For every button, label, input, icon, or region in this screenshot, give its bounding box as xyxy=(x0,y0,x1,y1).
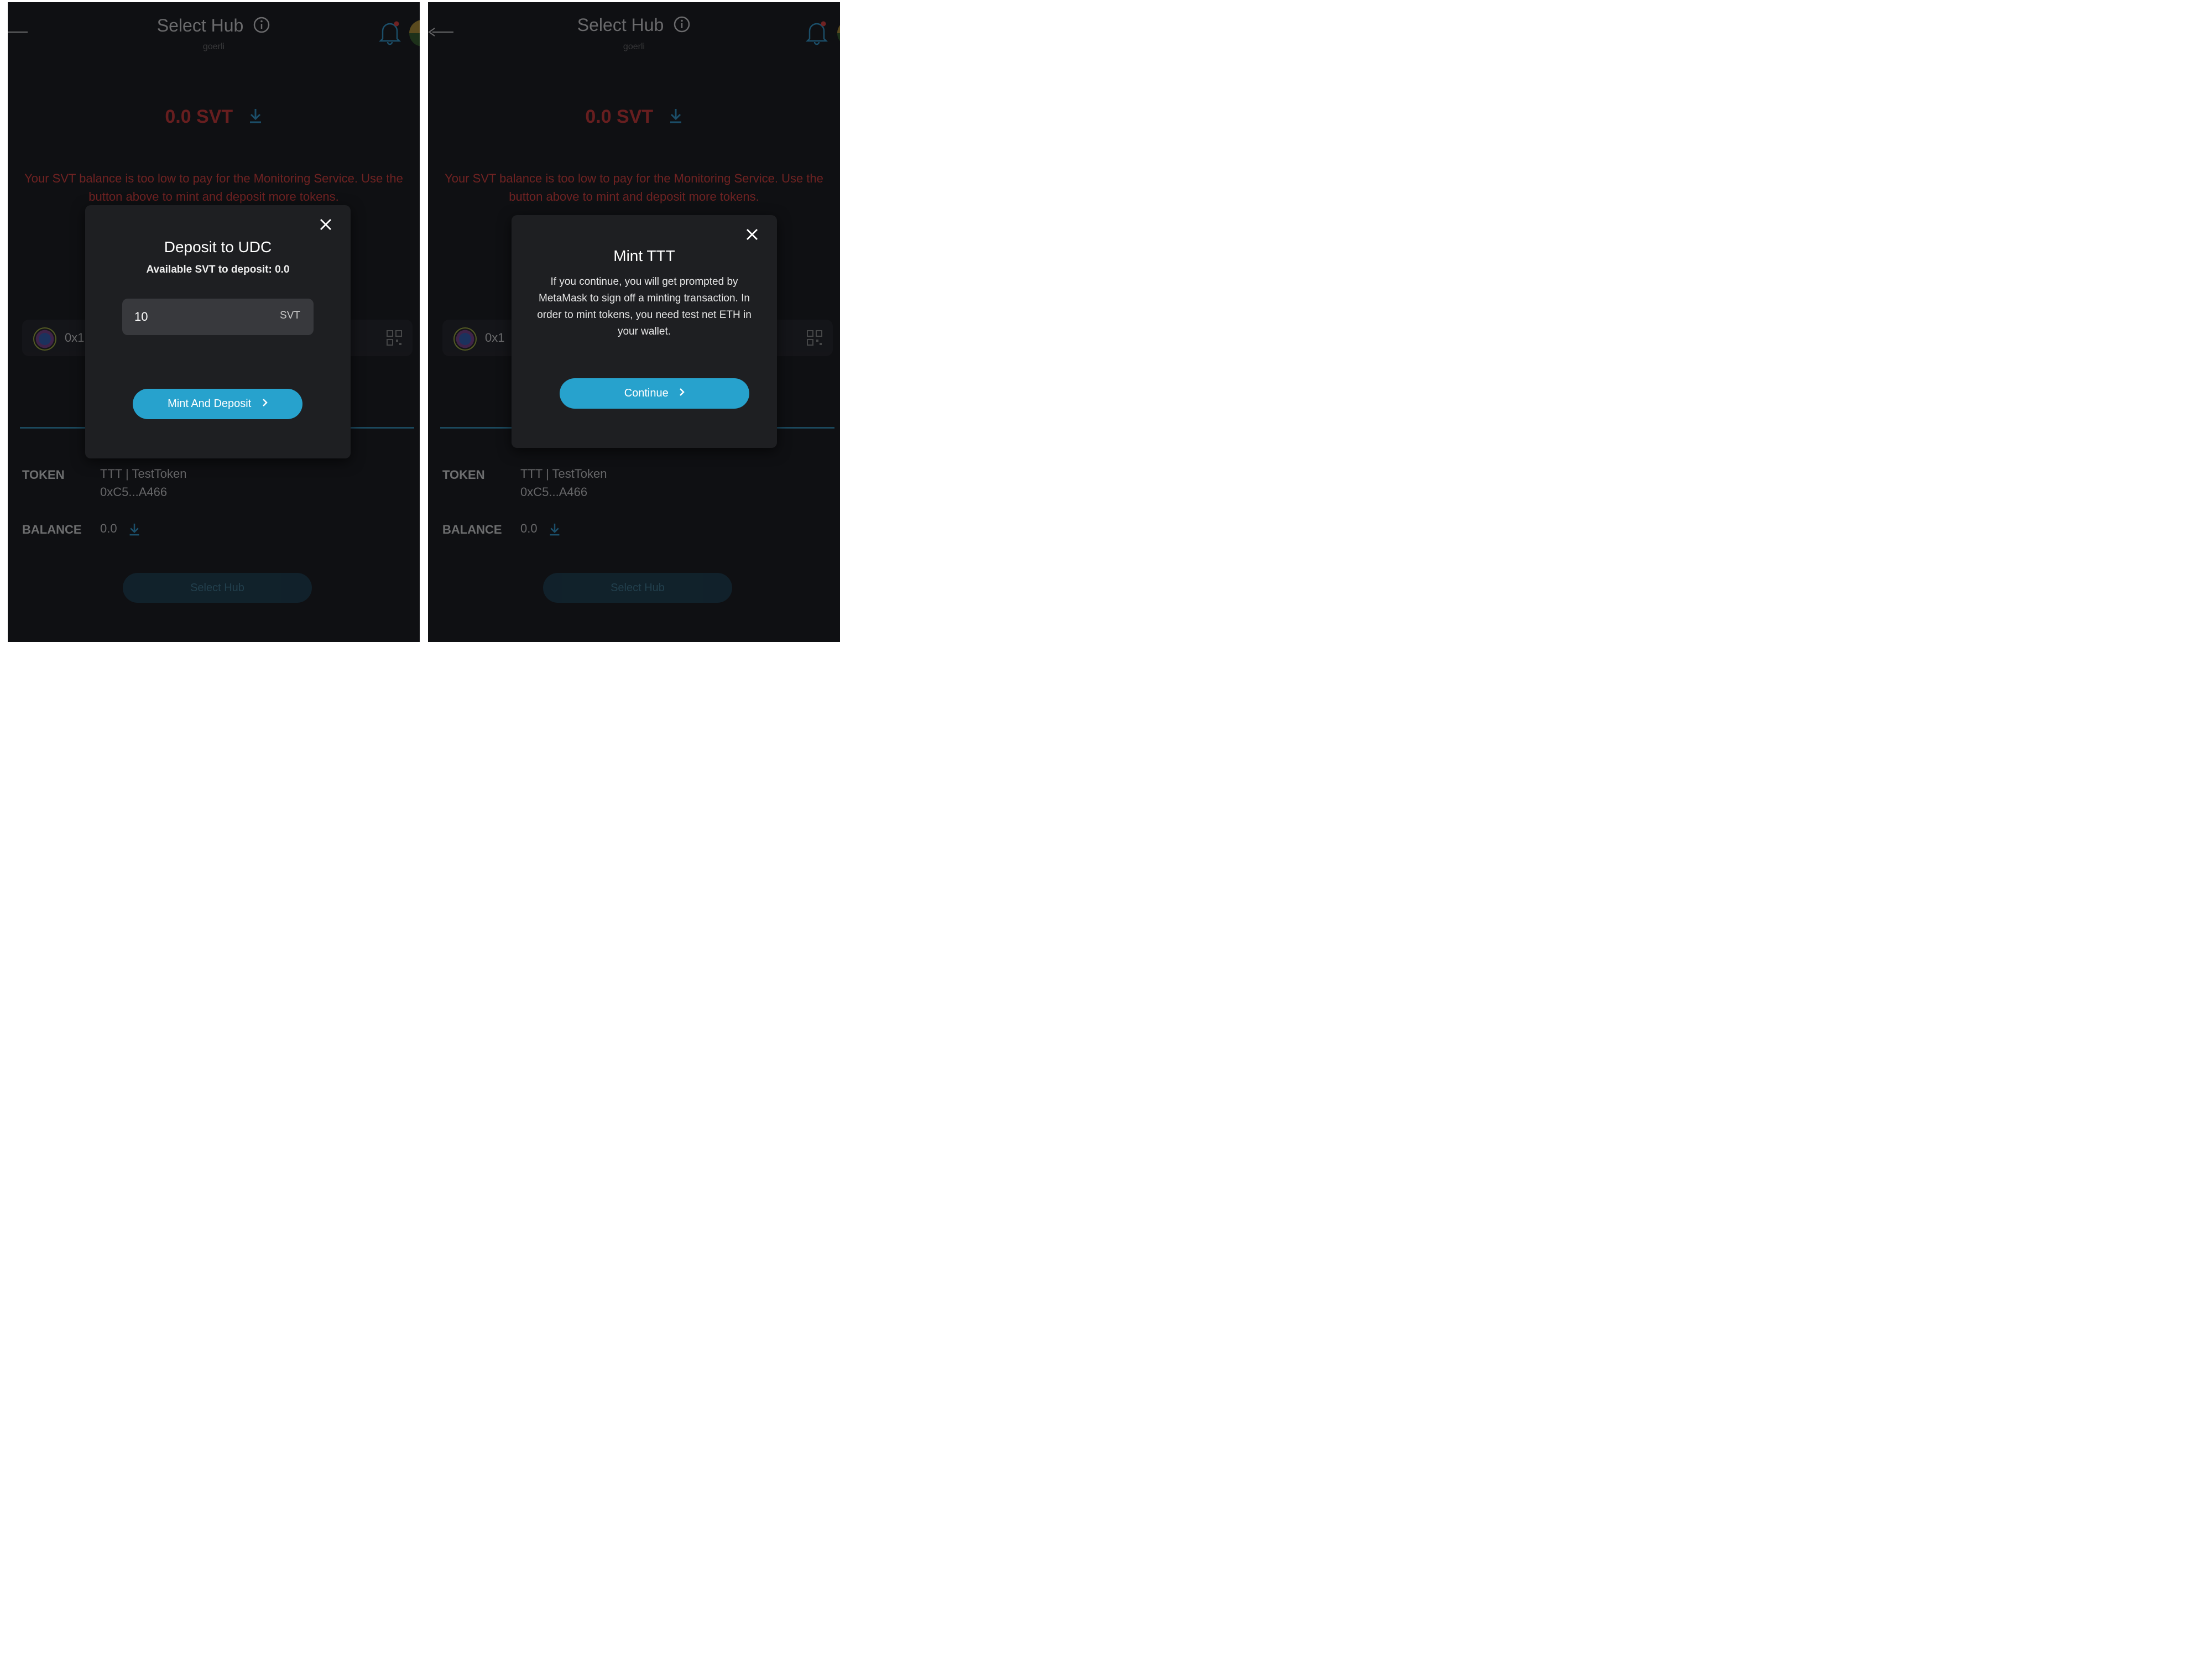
address-avatar xyxy=(33,327,56,351)
chevron-right-icon xyxy=(679,378,685,409)
screen-mint: Select Hub goerli 0.0 SVT Your SVT balan… xyxy=(428,2,840,642)
token-address: 0xC5...A466 xyxy=(100,485,168,499)
network-label: goerli xyxy=(623,42,645,51)
amount-unit: SVT xyxy=(280,310,300,321)
svt-balance: 0.0 SVT xyxy=(428,106,840,129)
low-balance-warning: Your SVT balance is too low to pay for t… xyxy=(24,171,403,204)
svt-balance: 0.0 SVT xyxy=(8,106,420,129)
download-icon[interactable] xyxy=(128,522,140,539)
modal-body-text: If you continue, you will get prompted b… xyxy=(537,276,752,337)
qr-code-icon[interactable] xyxy=(386,330,403,349)
amount-input[interactable] xyxy=(134,310,245,324)
address-text: 0x1 xyxy=(65,331,85,345)
token-label: TOKEN xyxy=(22,468,65,482)
modal-title: Mint TTT xyxy=(613,247,675,264)
svt-balance-value: 0.0 SVT xyxy=(165,106,233,127)
continue-label: Continue xyxy=(624,387,669,399)
screen-deposit: Select Hub goerli 0.0 SVT Your SVT balan… xyxy=(8,2,420,642)
network-label: goerli xyxy=(202,42,225,51)
deposit-modal: Deposit to UDC Available SVT to deposit:… xyxy=(85,205,351,458)
select-hub-button[interactable]: Select Hub xyxy=(543,573,732,603)
token-label: TOKEN xyxy=(442,468,485,482)
qr-code-icon[interactable] xyxy=(806,330,823,349)
mint-and-deposit-button[interactable]: Mint And Deposit xyxy=(133,389,302,419)
token-address: 0xC5...A466 xyxy=(520,485,588,499)
header: Select Hub xyxy=(8,15,420,38)
download-icon[interactable] xyxy=(549,522,561,539)
balance-label: BALANCE xyxy=(22,523,82,536)
page-title: Select Hub xyxy=(156,15,244,35)
modal-title: Deposit to UDC xyxy=(164,238,272,255)
token-name: TTT | TestToken xyxy=(520,467,607,481)
close-icon[interactable] xyxy=(746,228,758,243)
mint-and-deposit-label: Mint And Deposit xyxy=(168,398,252,410)
balance-value: 0.0 xyxy=(520,521,538,535)
info-icon[interactable] xyxy=(253,16,270,38)
mint-modal: Mint TTT If you continue, you will get p… xyxy=(512,215,777,448)
download-icon[interactable] xyxy=(669,107,683,129)
close-icon[interactable] xyxy=(320,218,332,233)
available-svt: Available SVT to deposit: 0.0 xyxy=(146,264,290,275)
svt-balance-value: 0.0 SVT xyxy=(585,106,654,127)
bell-icon[interactable] xyxy=(378,20,401,48)
download-icon[interactable] xyxy=(248,107,263,129)
chevron-right-icon xyxy=(262,389,268,419)
header: Select Hub xyxy=(428,15,840,38)
bell-icon[interactable] xyxy=(805,20,828,48)
info-icon[interactable] xyxy=(673,15,691,38)
continue-button[interactable]: Continue xyxy=(560,378,749,409)
address-avatar xyxy=(453,327,477,351)
token-name: TTT | TestToken xyxy=(100,467,187,481)
select-hub-button[interactable]: Select Hub xyxy=(123,573,312,603)
balance-value: 0.0 xyxy=(100,521,117,535)
page-title: Select Hub xyxy=(577,15,664,35)
balance-label: BALANCE xyxy=(442,523,502,536)
low-balance-warning: Your SVT balance is too low to pay for t… xyxy=(445,171,823,204)
amount-field[interactable]: SVT xyxy=(122,299,314,335)
address-text: 0x1 xyxy=(485,331,505,345)
